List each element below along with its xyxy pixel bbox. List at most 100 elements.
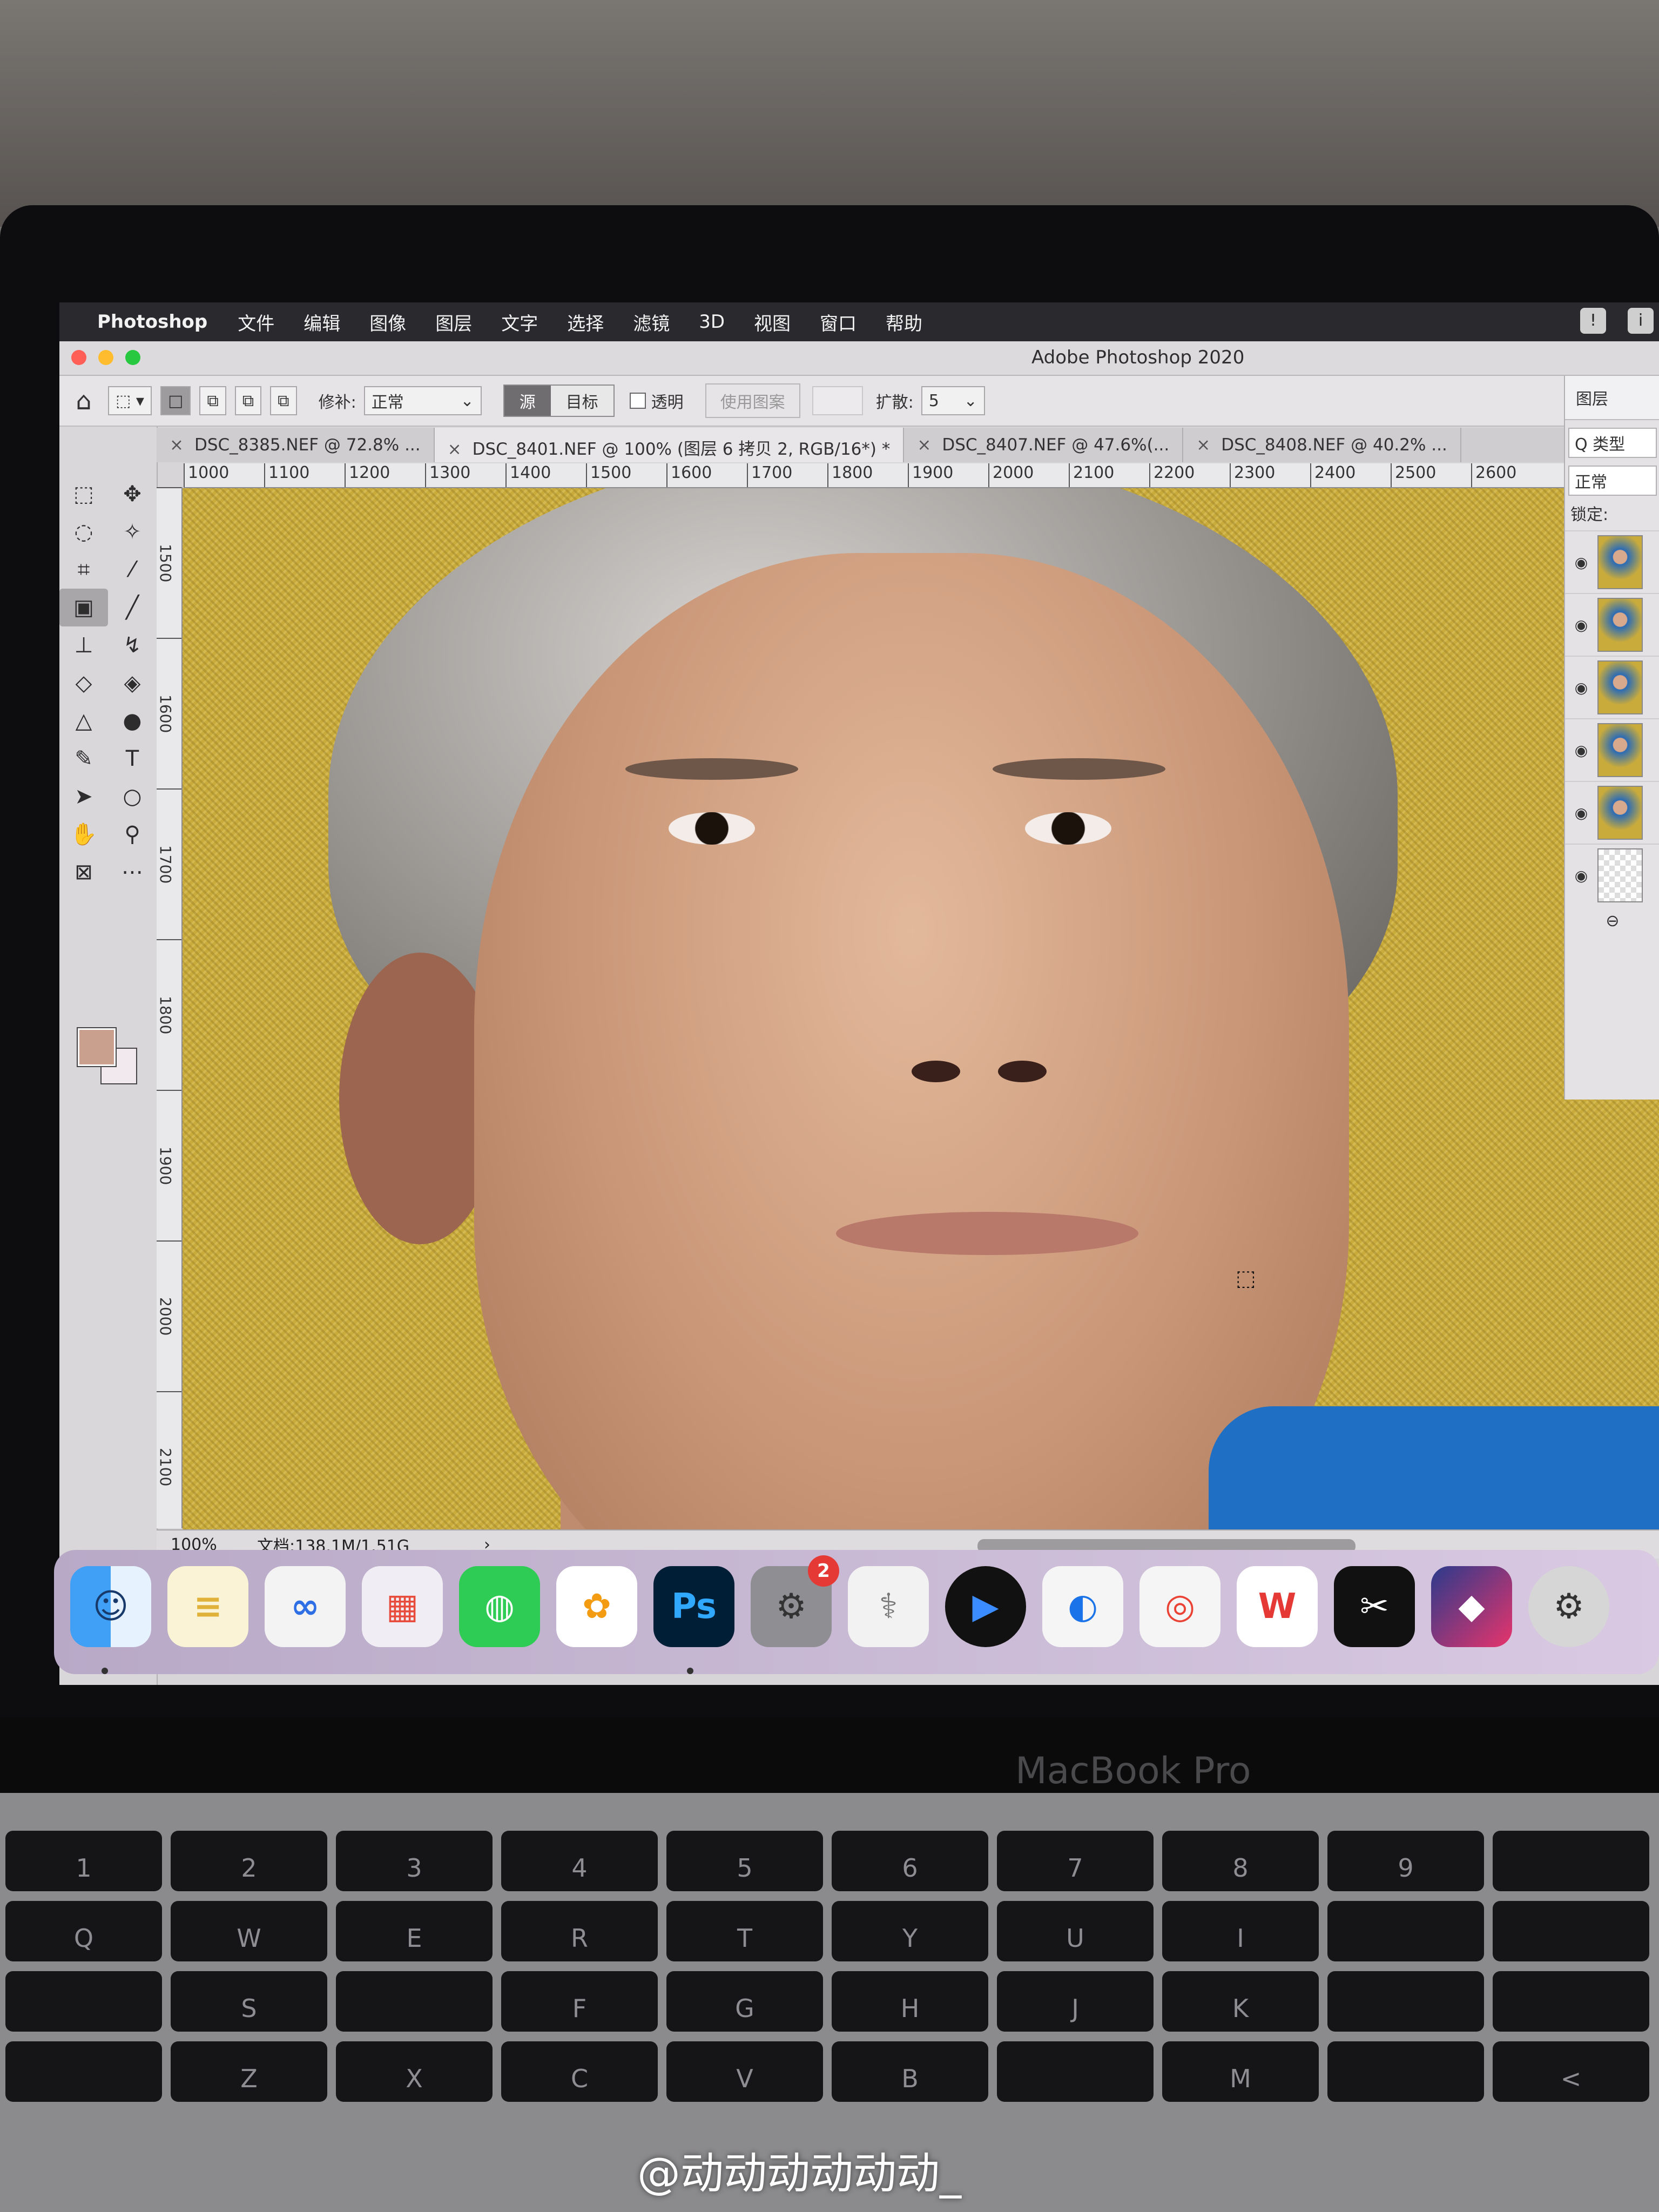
keyboard-key[interactable]: 4 — [501, 1831, 658, 1891]
chrome-icon[interactable]: ◎ — [1139, 1566, 1220, 1647]
image-canvas[interactable]: ⬚ — [183, 488, 1659, 1536]
visibility-eye-icon[interactable]: ◉ — [1565, 804, 1597, 822]
keyboard-key[interactable] — [1327, 1971, 1484, 2032]
keyboard-key[interactable] — [997, 2041, 1154, 2102]
target-button[interactable]: 目标 — [550, 386, 613, 416]
menu-type[interactable]: 文字 — [501, 309, 538, 335]
close-tab-icon[interactable]: × — [170, 435, 184, 455]
eraser-tool-icon[interactable]: ◇ — [59, 664, 108, 702]
blend-mode-select[interactable]: 正常 — [1568, 466, 1657, 496]
system-settings-icon[interactable]: ⚙ 2 — [751, 1555, 839, 1647]
wps-icon[interactable]: W — [1237, 1566, 1318, 1647]
add-selection-icon[interactable]: ⧉ — [199, 386, 226, 415]
magic-wand-tool-icon[interactable]: ✧ — [108, 513, 157, 551]
blur-tool-icon[interactable]: △ — [59, 702, 108, 740]
keyboard-key[interactable]: B — [832, 2041, 988, 2102]
keyboard-key[interactable]: 9 — [1327, 1831, 1484, 1891]
keyboard-key[interactable]: Y — [832, 1901, 988, 1961]
keyboard-key[interactable]: < — [1493, 2041, 1649, 2102]
keyboard-key[interactable]: S — [171, 1971, 327, 2032]
keyboard-key[interactable]: M — [1162, 2041, 1319, 2102]
keyboard-key[interactable] — [1493, 1831, 1649, 1891]
photoshop-icon[interactable]: Ps — [653, 1566, 734, 1647]
keyboard-key[interactable]: R — [501, 1901, 658, 1961]
launchpad-icon[interactable]: ▦ — [362, 1566, 443, 1647]
finder-icon[interactable]: ☺ — [70, 1566, 151, 1647]
disk-utility-icon[interactable]: ⚕ — [848, 1566, 929, 1647]
horizontal-ruler[interactable]: 1000 1100 1200 1300 1400 1500 1600 1700 … — [184, 463, 1572, 488]
patch-tool-preset-icon[interactable]: ⬚ ▾ — [108, 386, 152, 415]
minimize-window-icon[interactable] — [98, 350, 113, 365]
keyboard-key[interactable] — [1493, 1971, 1649, 2032]
menu-image[interactable]: 图像 — [369, 309, 406, 335]
lasso-tool-icon[interactable]: ◌ — [59, 513, 108, 551]
layer-row[interactable]: ◉ — [1565, 718, 1659, 781]
visibility-eye-icon[interactable]: ◉ — [1565, 867, 1597, 885]
keyboard-key[interactable] — [1327, 2041, 1484, 2102]
visibility-eye-icon[interactable]: ◉ — [1565, 554, 1597, 571]
notes-icon[interactable]: ≡ — [167, 1566, 248, 1647]
link-layers-icon[interactable]: ⊖ — [1565, 906, 1659, 930]
keyboard-key[interactable] — [5, 1971, 162, 2032]
more-tools-icon[interactable]: ⋯ — [108, 853, 157, 891]
close-window-icon[interactable] — [71, 350, 86, 365]
patch-mode-select[interactable]: 正常 ⌄ — [363, 386, 482, 415]
keyboard-key[interactable]: F — [501, 1971, 658, 2032]
keyboard-key[interactable]: 8 — [1162, 1831, 1319, 1891]
close-tab-icon[interactable]: × — [917, 435, 931, 455]
menu-edit[interactable]: 编辑 — [304, 309, 340, 335]
keyboard-key[interactable]: K — [1162, 1971, 1319, 2032]
path-select-tool-icon[interactable]: ➤ — [59, 778, 108, 815]
visibility-eye-icon[interactable]: ◉ — [1565, 741, 1597, 759]
use-pattern-button[interactable]: 使用图案 — [705, 383, 800, 418]
keyboard-key[interactable]: Q — [5, 1901, 162, 1961]
zoom-window-icon[interactable] — [125, 350, 140, 365]
browser-app-icon[interactable]: ◐ — [1042, 1566, 1123, 1647]
crop-tool-icon[interactable]: ⌗ — [59, 551, 108, 589]
layer-row[interactable]: ◉ — [1565, 656, 1659, 718]
vertical-ruler[interactable]: 1500 1600 1700 1800 1900 2000 2100 — [157, 487, 183, 1528]
layer-row[interactable]: ◉ — [1565, 781, 1659, 844]
brush-tool-icon[interactable]: ╱ — [108, 589, 157, 626]
keyboard-key[interactable]: Z — [171, 2041, 327, 2102]
menu-view[interactable]: 视图 — [754, 309, 791, 335]
layer-row[interactable]: ◉ — [1565, 844, 1659, 906]
zoom-tool-icon[interactable]: ⚲ — [108, 815, 157, 853]
media-player-icon[interactable]: ▶ — [945, 1566, 1026, 1647]
keyboard-key[interactable]: 2 — [171, 1831, 327, 1891]
paint-bucket-tool-icon[interactable]: ◈ — [108, 664, 157, 702]
intersect-selection-icon[interactable]: ⧉ — [270, 386, 297, 415]
type-tool-icon[interactable]: T — [108, 740, 157, 778]
tab-dsc-8385[interactable]: × DSC_8385.NEF @ 72.8% ... — [157, 428, 435, 462]
menu-help[interactable]: 帮助 — [886, 309, 922, 335]
video-converter-icon[interactable]: ⚙ — [1528, 1566, 1609, 1647]
keyboard-key[interactable] — [1493, 1901, 1649, 1961]
capcut-icon[interactable]: ✂ — [1334, 1566, 1415, 1647]
menu-3d[interactable]: 3D — [699, 311, 725, 333]
stamp-tool-icon[interactable]: ⊥ — [59, 626, 108, 664]
keyboard-key[interactable]: H — [832, 1971, 988, 2032]
photos-icon[interactable]: ✿ — [556, 1566, 637, 1647]
tab-dsc-8408[interactable]: × DSC_8408.NEF @ 40.2% ... — [1183, 428, 1461, 462]
keyboard-key[interactable]: 7 — [997, 1831, 1154, 1891]
frame-tool-icon[interactable]: ⊠ — [59, 853, 108, 891]
keyboard-key[interactable]: T — [666, 1901, 823, 1961]
keyboard-key[interactable]: G — [666, 1971, 823, 2032]
marquee-tool-icon[interactable]: ⬚ — [59, 475, 108, 513]
tab-dsc-8407[interactable]: × DSC_8407.NEF @ 47.6%(... — [904, 428, 1184, 462]
pattern-picker[interactable] — [812, 386, 863, 415]
eyedropper-tool-icon[interactable]: ⁄ — [108, 551, 157, 589]
close-tab-icon[interactable]: × — [448, 440, 462, 459]
diffusion-select[interactable]: 5 ⌄ — [921, 386, 985, 415]
shortcuts-icon[interactable]: ◆ — [1431, 1566, 1512, 1647]
menu-select[interactable]: 选择 — [567, 309, 604, 335]
keyboard-key[interactable] — [5, 2041, 162, 2102]
keyboard-key[interactable]: W — [171, 1901, 327, 1961]
info-icon[interactable]: i — [1628, 308, 1654, 334]
visibility-eye-icon[interactable]: ◉ — [1565, 616, 1597, 634]
keyboard-key[interactable]: J — [997, 1971, 1154, 2032]
ellipse-tool-icon[interactable]: ○ — [108, 778, 157, 815]
move-tool-icon[interactable]: ✥ — [108, 475, 157, 513]
keyboard-key[interactable]: 6 — [832, 1831, 988, 1891]
hand-tool-icon[interactable]: ✋ — [59, 815, 108, 853]
